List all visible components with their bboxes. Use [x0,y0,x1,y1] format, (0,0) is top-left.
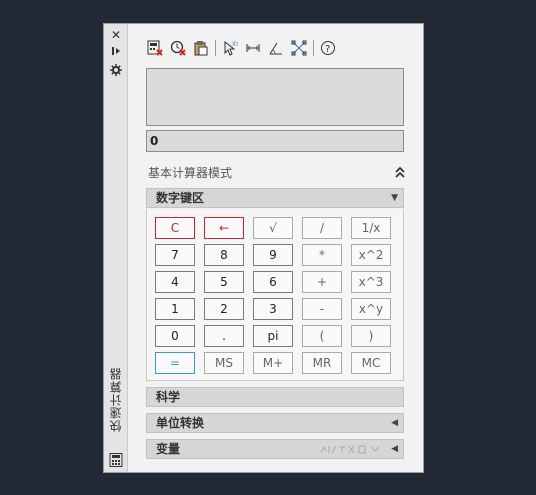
intersection-icon[interactable] [290,39,308,57]
sqrt-key[interactable]: √ [253,217,293,239]
calculator-toolbar: XY ? [146,38,342,58]
palette-title: 快速计算器 [109,367,123,432]
memory-recall-key[interactable]: MR [302,352,342,374]
paste-value-icon[interactable] [192,39,210,57]
scientific-section-header[interactable]: 科学 [146,387,404,407]
pi-key[interactable]: pi [253,325,293,347]
open-paren-key[interactable]: ( [302,325,342,347]
digit-2-key[interactable]: 2 [204,298,244,320]
equals-key[interactable]: = [155,352,195,374]
distance-between-points-icon[interactable] [244,39,262,57]
toolbar-separator [313,40,314,56]
reciprocal-key[interactable]: 1/x [351,217,391,239]
chevron-left-icon: ◀ [391,444,398,454]
cube-key[interactable]: x^3 [351,271,391,293]
variable-tools-icons[interactable] [319,443,381,462]
digit-1-key[interactable]: 1 [155,298,195,320]
svg-text:?: ? [325,44,330,55]
input-field[interactable]: 0 [146,130,404,152]
digit-9-key[interactable]: 9 [253,244,293,266]
auto-hide-icon[interactable] [108,45,124,59]
numeric-keypad: C ← √ / 1/x 7 8 9 * x^2 4 5 6 + x^3 1 2 … [146,209,404,381]
units-section-header[interactable]: 单位转换 ◀ [146,413,404,433]
variables-section-label: 变量 [156,442,181,456]
digit-0-key[interactable]: 0 [155,325,195,347]
backspace-key[interactable]: ← [204,217,244,239]
digit-6-key[interactable]: 6 [253,271,293,293]
add-key[interactable]: + [302,271,342,293]
quickcalc-palette: ✕ 快速计算器 XY ? 0 基本计算器模式 数字键区 ▼ C ← √ / 1/… [103,23,424,473]
square-key[interactable]: x^2 [351,244,391,266]
memory-add-key[interactable]: M+ [253,352,293,374]
calculator-icon [109,452,123,467]
memory-store-key[interactable]: MS [204,352,244,374]
digit-7-key[interactable]: 7 [155,244,195,266]
help-icon[interactable]: ? [319,39,337,57]
power-key[interactable]: x^y [351,298,391,320]
numpad-section-header[interactable]: 数字键区 ▼ [146,188,404,208]
close-icon[interactable]: ✕ [108,28,124,42]
variables-section-header[interactable]: 变量 ◀ [146,439,404,459]
numpad-section-label: 数字键区 [156,191,205,205]
palette-title-strip: ✕ 快速计算器 [104,24,128,472]
chevron-down-icon: ▼ [391,193,398,203]
scientific-section-label: 科学 [156,390,181,404]
collapse-chevron-icon[interactable] [393,164,407,178]
mode-label: 基本计算器模式 [148,166,233,180]
digit-4-key[interactable]: 4 [155,271,195,293]
units-section-label: 单位转换 [156,416,205,430]
subtract-key[interactable]: - [302,298,342,320]
digit-8-key[interactable]: 8 [204,244,244,266]
angle-of-line-icon[interactable] [267,39,285,57]
divide-key[interactable]: / [302,217,342,239]
memory-clear-key[interactable]: MC [351,352,391,374]
clear-calculator-icon[interactable] [146,39,164,57]
calculator-main: XY ? 0 基本计算器模式 数字键区 ▼ C ← √ / 1/x 7 8 9 … [128,24,423,472]
digit-3-key[interactable]: 3 [253,298,293,320]
close-paren-key[interactable]: ) [351,325,391,347]
decimal-key[interactable]: . [204,325,244,347]
multiply-key[interactable]: * [302,244,342,266]
chevron-left-icon: ◀ [391,418,398,428]
properties-gear-icon[interactable] [108,64,124,78]
clear-key[interactable]: C [155,217,195,239]
get-coordinates-icon[interactable]: XY [221,39,239,57]
history-display [146,68,404,126]
digit-5-key[interactable]: 5 [204,271,244,293]
clear-history-icon[interactable] [169,39,187,57]
svg-text:XY: XY [232,41,238,48]
toolbar-separator [215,40,216,56]
